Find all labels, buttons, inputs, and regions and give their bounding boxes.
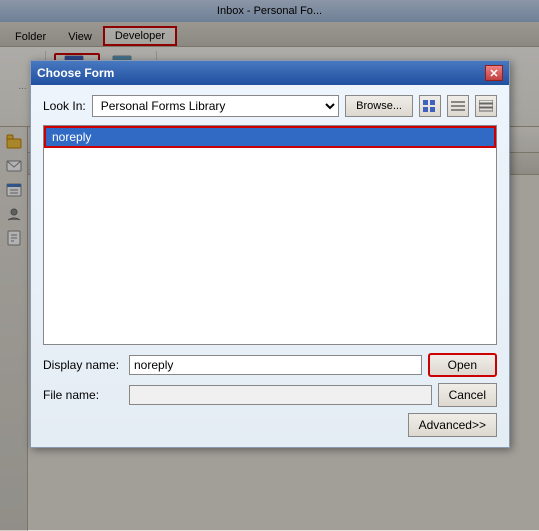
modal-titlebar: Choose Form ✕ [31, 61, 509, 85]
display-name-input[interactable] [129, 355, 422, 375]
look-in-select[interactable]: Personal Forms Library [92, 95, 339, 117]
advanced-button[interactable]: Advanced>> [408, 413, 497, 437]
view-icon-btn-3[interactable] [475, 95, 497, 117]
modal-close-button[interactable]: ✕ [485, 65, 503, 81]
open-button[interactable]: Open [428, 353, 497, 377]
display-name-row: Display name: Open [43, 353, 497, 377]
view-icon-btn-1[interactable] [419, 95, 441, 117]
advanced-row: Advanced>> [43, 413, 497, 437]
file-name-label: File name: [43, 388, 123, 402]
modal-body: Look In: Personal Forms Library Browse..… [31, 85, 509, 447]
cancel-button[interactable]: Cancel [438, 383, 497, 407]
display-name-label: Display name: [43, 358, 123, 372]
view-icon-btn-2[interactable] [447, 95, 469, 117]
file-name-row: File name: Cancel [43, 383, 497, 407]
forms-list[interactable]: noreply [43, 125, 497, 345]
modal-title: Choose Form [37, 66, 114, 80]
browse-button[interactable]: Browse... [345, 95, 413, 117]
modal-overlay: Choose Form ✕ Look In: Personal Forms Li… [0, 0, 539, 530]
look-in-row: Look In: Personal Forms Library Browse..… [43, 95, 497, 117]
choose-form-dialog: Choose Form ✕ Look In: Personal Forms Li… [30, 60, 510, 448]
list-item-noreply[interactable]: noreply [44, 126, 496, 148]
file-name-input [129, 385, 432, 405]
look-in-label: Look In: [43, 99, 86, 113]
